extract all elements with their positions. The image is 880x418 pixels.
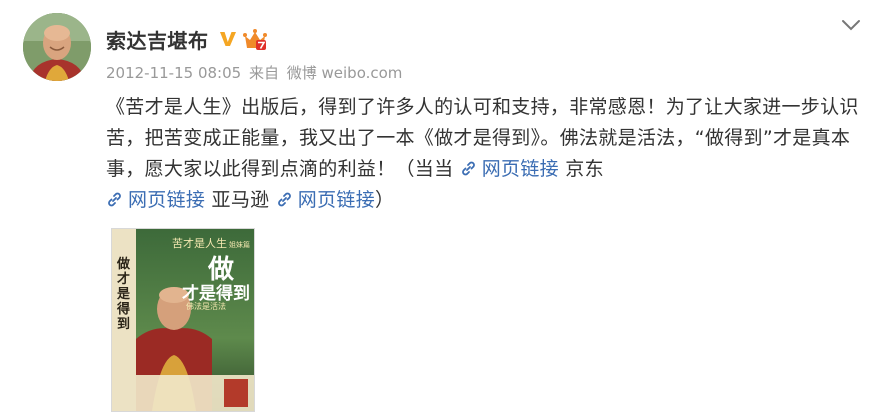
link-icon (460, 156, 477, 176)
link-label: 网页链接 (481, 158, 559, 180)
text-segment: 京东 (558, 158, 604, 180)
post-meta: 2012-11-15 08:05 来自 微博 weibo.com (106, 62, 405, 83)
web-link-jd[interactable]: 网页链接 (106, 189, 205, 211)
post-source[interactable]: 微博 weibo.com (287, 64, 403, 82)
text-segment: ） (375, 189, 395, 211)
verified-v-icon[interactable] (218, 29, 238, 49)
author-row: 索达吉堪布 (106, 25, 268, 54)
post-timestamp[interactable]: 2012-11-15 08:05 (106, 64, 241, 82)
book-subtitle: 佛法是活法 (186, 302, 226, 311)
web-link-dangdang[interactable]: 网页链接 (460, 158, 559, 180)
web-link-amazon[interactable]: 网页链接 (276, 189, 375, 211)
link-label: 网页链接 (128, 189, 206, 211)
author-avatar[interactable] (23, 13, 91, 81)
vip-crown-icon[interactable] (242, 27, 268, 51)
post-text: 《苦才是人生》出版后，得到了许多人的认可和支持，非常感恩！为了让大家进一步认识苦… (106, 92, 876, 216)
book-top-badge: 姐妹篇 (229, 241, 250, 249)
book-cover-image[interactable]: 苦才是人生 姐妹篇 做 才是得到 佛法是活法 做才是得到 (112, 229, 254, 411)
link-icon (276, 187, 293, 207)
book-side-title: 做才是得到 (117, 257, 131, 332)
text-segment: 亚马逊 (205, 189, 276, 211)
source-prefix: 来自 (248, 64, 279, 82)
chevron-down-icon[interactable] (840, 14, 862, 36)
author-name[interactable]: 索达吉堪布 (106, 25, 209, 54)
link-label: 网页链接 (297, 189, 375, 211)
link-icon (106, 187, 123, 207)
